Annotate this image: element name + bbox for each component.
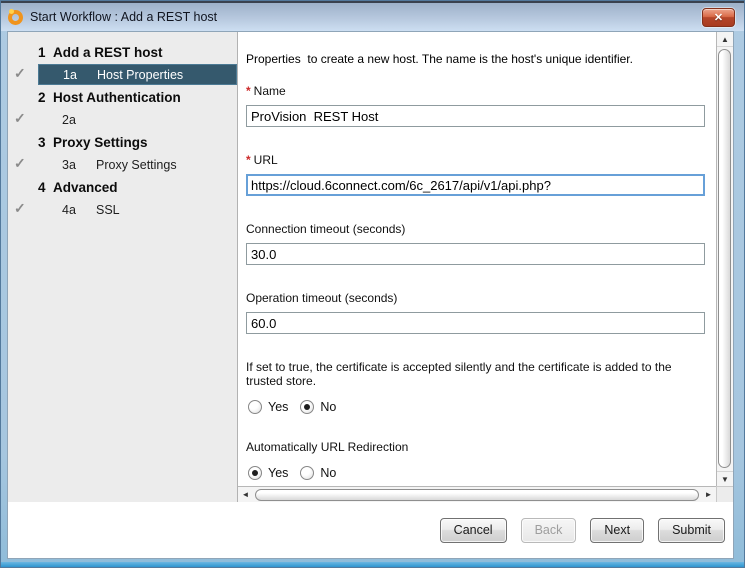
scroll-left-button[interactable]: ◄ xyxy=(238,487,253,502)
cert-accept-radio-group: Yes No xyxy=(248,400,710,414)
step-header-3: 3 Proxy Settings xyxy=(8,135,237,150)
url-redirect-label: Automatically URL Redirection xyxy=(246,440,710,454)
step-sub-id: 3a xyxy=(62,158,96,172)
url-redirect-no-label: No xyxy=(320,466,336,480)
horizontal-scrollbar[interactable]: ◄ ► xyxy=(238,486,716,502)
operation-timeout-label: Operation timeout (seconds) xyxy=(246,291,710,305)
step-sub-id: 2a xyxy=(62,113,96,127)
cancel-button[interactable]: Cancel xyxy=(440,518,507,543)
horizontal-scrollbar-thumb[interactable] xyxy=(255,489,699,501)
step-title: Advanced xyxy=(53,180,118,195)
step-sub-id: 1a xyxy=(63,68,97,82)
submit-button[interactable]: Submit xyxy=(658,518,725,543)
next-button[interactable]: Next xyxy=(590,518,644,543)
step-number: 2 xyxy=(38,90,53,105)
url-redirect-yes-radio[interactable] xyxy=(248,466,262,480)
dialog-content: 1 Add a REST host ✓ 1a Host Properties 2… xyxy=(7,31,734,559)
form-scroll-pane: Properties to create a new host. The nam… xyxy=(238,32,733,502)
name-label: *Name xyxy=(246,84,710,98)
step-number: 1 xyxy=(38,45,53,60)
check-icon: ✓ xyxy=(14,65,34,82)
url-redirect-yes-label: Yes xyxy=(268,466,288,480)
check-icon: ✓ xyxy=(14,155,34,172)
start-workflow-dialog: Start Workflow : Add a REST host ✕ 1 Add… xyxy=(0,0,745,568)
step-title: Proxy Settings xyxy=(53,135,148,150)
arrow-down-icon: ▼ xyxy=(721,475,729,484)
scrollbar-corner xyxy=(716,486,733,502)
url-input[interactable] xyxy=(246,174,705,196)
scroll-down-button[interactable]: ▼ xyxy=(717,471,733,486)
sidebar-step-4a-ssl[interactable]: ✓ 4a SSL xyxy=(8,199,237,220)
step-header-1: 1 Add a REST host xyxy=(8,45,237,60)
form-description: Properties to create a new host. The nam… xyxy=(246,52,710,66)
connection-timeout-label: Connection timeout (seconds) xyxy=(246,222,710,236)
scroll-up-button[interactable]: ▲ xyxy=(717,32,733,47)
step-sub-label: Host Properties xyxy=(97,68,183,82)
arrow-left-icon: ◄ xyxy=(242,490,250,499)
required-asterisk: * xyxy=(246,153,251,167)
arrow-right-icon: ► xyxy=(705,490,713,499)
workflow-steps-sidebar: 1 Add a REST host ✓ 1a Host Properties 2… xyxy=(8,32,238,502)
close-button[interactable]: ✕ xyxy=(702,8,735,27)
back-button: Back xyxy=(521,518,577,543)
step-sub-label: Proxy Settings xyxy=(96,158,177,172)
operation-timeout-input[interactable] xyxy=(246,312,705,334)
window-title: Start Workflow : Add a REST host xyxy=(30,10,217,24)
step-title: Host Authentication xyxy=(53,90,181,105)
connection-timeout-input[interactable] xyxy=(246,243,705,265)
close-icon: ✕ xyxy=(714,11,723,24)
cert-accept-label: If set to true, the certificate is accep… xyxy=(246,360,710,388)
check-icon: ✓ xyxy=(14,110,34,127)
name-input[interactable] xyxy=(246,105,705,127)
step-header-4: 4 Advanced xyxy=(8,180,237,195)
step-sub-label: SSL xyxy=(96,203,120,217)
url-redirect-radio-group: Yes No xyxy=(248,466,710,480)
url-label: *URL xyxy=(246,153,710,167)
host-properties-form: Properties to create a new host. The nam… xyxy=(238,32,716,486)
titlebar: Start Workflow : Add a REST host ✕ xyxy=(1,1,744,31)
cert-accept-yes-label: Yes xyxy=(268,400,288,414)
scroll-right-button[interactable]: ► xyxy=(701,487,716,502)
step-sub-id: 4a xyxy=(62,203,96,217)
cert-accept-yes-radio[interactable] xyxy=(248,400,262,414)
step-number: 4 xyxy=(38,180,53,195)
sidebar-step-3a-proxy-settings[interactable]: ✓ 3a Proxy Settings xyxy=(8,154,237,175)
url-redirect-no-radio[interactable] xyxy=(300,466,314,480)
sidebar-step-1a-host-properties[interactable]: ✓ 1a Host Properties xyxy=(8,64,237,85)
vertical-scrollbar-thumb[interactable] xyxy=(718,49,731,468)
cert-accept-no-radio[interactable] xyxy=(300,400,314,414)
cert-accept-no-label: No xyxy=(320,400,336,414)
step-title: Add a REST host xyxy=(53,45,163,60)
sidebar-step-2a[interactable]: ✓ 2a xyxy=(8,109,237,130)
required-asterisk: * xyxy=(246,84,251,98)
orchestrator-ring-icon xyxy=(8,10,23,25)
arrow-up-icon: ▲ xyxy=(721,35,729,44)
check-icon: ✓ xyxy=(14,200,34,217)
step-number: 3 xyxy=(38,135,53,150)
vertical-scrollbar[interactable]: ▲ ▼ xyxy=(716,32,733,486)
dialog-footer: Cancel Back Next Submit xyxy=(8,502,733,558)
step-header-2: 2 Host Authentication xyxy=(8,90,237,105)
